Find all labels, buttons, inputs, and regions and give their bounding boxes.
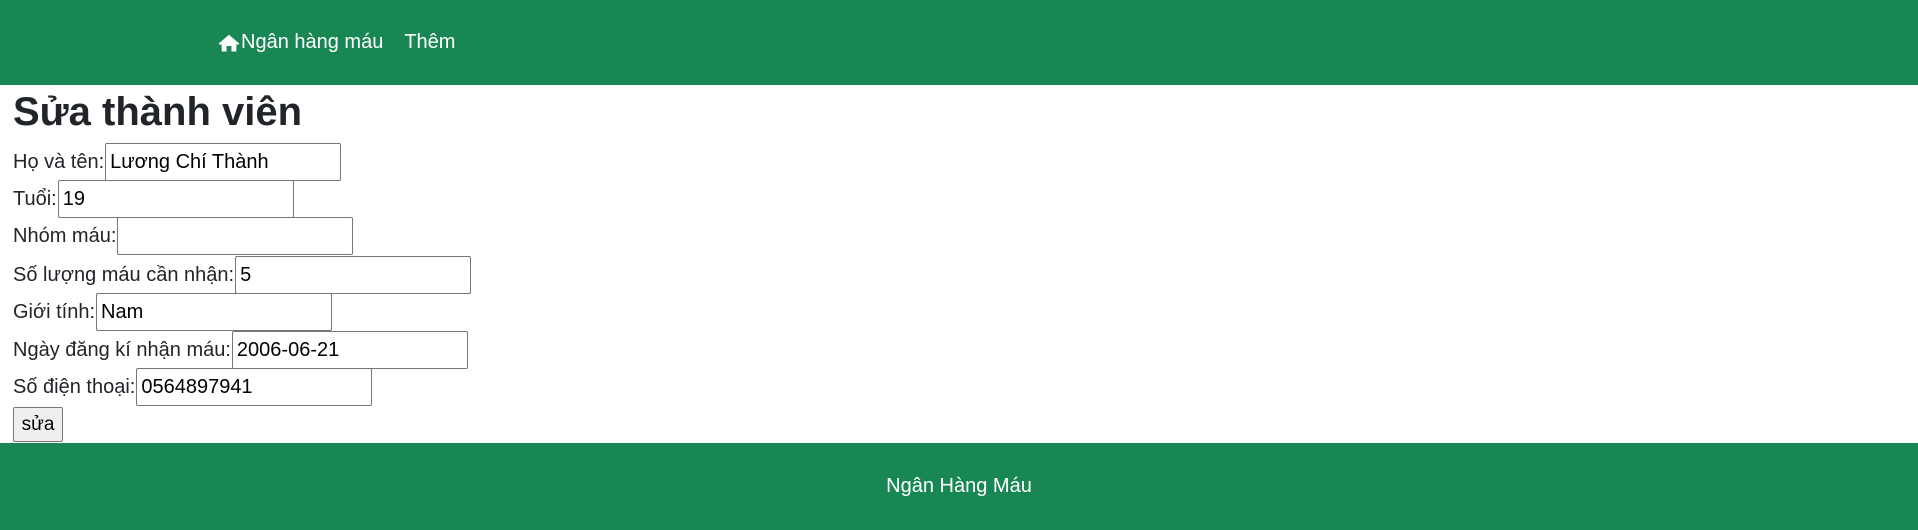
field-age: Tuổi: (13, 180, 294, 218)
age-input[interactable] (57, 180, 294, 218)
field-full-name: Họ và tên: (13, 143, 342, 181)
blood-type-label: Nhóm máu: (13, 225, 117, 247)
field-register-date: Ngày đăng kí nhận máu: (13, 331, 468, 369)
blood-amount-label: Số lượng máu cần nhận: (13, 264, 235, 286)
full-name-input[interactable] (105, 143, 342, 181)
full-name-label: Họ và tên: (13, 151, 105, 173)
blood-type-input[interactable] (117, 217, 354, 255)
register-date-label: Ngày đăng kí nhận máu: (13, 339, 231, 361)
footer: Ngân Hàng Máu (0, 443, 1918, 530)
navbar: Ngân hàng máu Thêm (0, 0, 1918, 85)
phone-input[interactable] (136, 368, 373, 406)
gender-input[interactable] (96, 293, 333, 331)
blood-amount-input[interactable] (235, 256, 472, 294)
field-phone: Số điện thoại: (13, 368, 373, 406)
submit-button[interactable]: sửa (13, 407, 63, 442)
page-title: Sửa thành viên (13, 90, 303, 134)
brand-label: Ngân hàng máu (241, 31, 384, 53)
register-date-input[interactable] (231, 331, 468, 369)
field-blood-amount: Số lượng máu cần nhận: (13, 256, 472, 294)
brand-link[interactable]: Ngân hàng máu (218, 31, 383, 54)
nav-link-more[interactable]: Thêm (404, 31, 455, 54)
field-gender: Giới tính: (13, 293, 333, 331)
home-icon (218, 34, 240, 52)
gender-label: Giới tính: (13, 301, 96, 323)
field-blood-type: Nhóm máu: (13, 217, 354, 255)
phone-label: Số điện thoại: (13, 376, 136, 398)
footer-text: Ngân Hàng Máu (886, 475, 1032, 497)
navbar-content: Ngân hàng máu Thêm (218, 31, 455, 54)
age-label: Tuổi: (13, 188, 57, 210)
